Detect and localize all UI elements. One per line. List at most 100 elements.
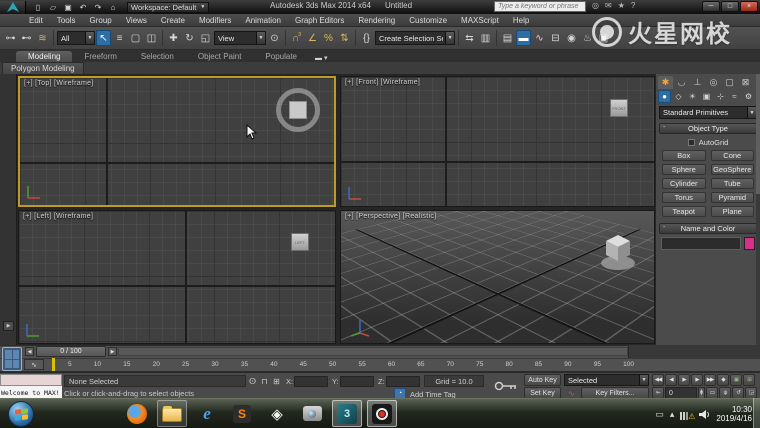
display-tab-icon[interactable]: ▢ — [722, 76, 737, 89]
time-slider-next-icon[interactable]: ▶ — [108, 347, 117, 356]
close-button[interactable]: × — [740, 1, 758, 12]
select-and-move-icon[interactable]: ✚ — [166, 30, 181, 46]
volume-icon[interactable] — [698, 409, 710, 420]
viewport-perspective[interactable]: [+] [Perspective] [Realistic] — [340, 210, 655, 344]
viewport-layout-tab-icon[interactable] — [2, 347, 22, 371]
tube-button[interactable]: Tube — [711, 178, 755, 189]
object-color-swatch[interactable] — [744, 237, 755, 250]
select-and-manipulate-icon[interactable]: ⊙ — [267, 30, 282, 46]
macro-recorder-field[interactable] — [0, 374, 62, 386]
geosphere-button[interactable]: GeoSphere — [711, 164, 755, 175]
select-and-scale-icon[interactable]: ◱ — [198, 30, 213, 46]
save-file-icon[interactable]: ▣ — [62, 2, 74, 13]
next-frame-icon[interactable]: ▶ — [691, 374, 703, 386]
restore-button[interactable]: □ — [721, 1, 739, 12]
viewport-top-label[interactable]: [+] [Top] [Wireframe] — [24, 80, 94, 87]
minimize-button[interactable]: ─ — [702, 1, 720, 12]
polygon-modeling-panel[interactable]: Polygon Modeling — [2, 62, 84, 74]
viewcube[interactable] — [598, 229, 638, 273]
menu-edit[interactable]: Edit — [22, 16, 50, 25]
spinner-snap-icon[interactable]: ⇅ — [337, 30, 352, 46]
menu-animation[interactable]: Animation — [238, 16, 288, 25]
3dsmax-taskbar-icon[interactable]: 3 — [332, 400, 362, 427]
go-to-end-icon[interactable]: ▶▶ — [704, 374, 716, 386]
reference-coordinate-dropdown[interactable]: View ▼ — [214, 31, 266, 45]
show-desktop-button[interactable] — [753, 398, 760, 428]
snaps-toggle-icon[interactable]: ∩3 — [289, 30, 304, 46]
network-status-icon[interactable]: ⚠ — [680, 409, 692, 420]
select-by-name-icon[interactable]: ≡ — [112, 30, 127, 46]
layer-manager-icon[interactable]: ▤ — [500, 30, 515, 46]
mini-curve-editor-icon[interactable]: ∿ — [24, 359, 44, 370]
menu-group[interactable]: Group — [82, 16, 118, 25]
mirror-icon[interactable]: ⇆ — [462, 30, 477, 46]
open-file-icon[interactable]: ▱ — [47, 2, 59, 13]
ribbon-tab-modeling[interactable]: Modeling — [16, 51, 72, 62]
menu-graph-editors[interactable]: Graph Editors — [288, 16, 351, 25]
percent-snap-icon[interactable]: % — [321, 30, 336, 46]
selection-filter-dropdown[interactable]: All ▼ — [57, 31, 95, 45]
firefox-taskbar-icon[interactable] — [122, 400, 152, 427]
geometry-category-icon[interactable]: ● — [658, 90, 671, 103]
angle-snap-icon[interactable]: ∠ — [305, 30, 320, 46]
selection-lock-icon[interactable]: ⊓ — [259, 375, 270, 387]
go-to-start-icon[interactable]: ◀◀ — [652, 374, 664, 386]
viewcube-face[interactable] — [289, 101, 307, 119]
unlink-selection-icon[interactable]: ⊷ — [19, 30, 34, 46]
auto-key-button[interactable]: Auto Key — [524, 374, 561, 386]
previous-frame-icon[interactable]: ◀ — [665, 374, 677, 386]
recorder-taskbar-icon[interactable] — [367, 400, 397, 427]
transform-type-in-icon[interactable]: ⊞ — [271, 375, 282, 387]
align-icon[interactable]: ▥ — [478, 30, 493, 46]
search-input[interactable] — [494, 1, 586, 12]
time-slider-handle[interactable]: 0 / 100 — [36, 346, 106, 357]
help-icon[interactable]: ? — [631, 1, 635, 10]
ribbon-tab-selection[interactable]: Selection — [129, 51, 186, 62]
hidden-icons-arrow[interactable]: ▴ — [670, 409, 675, 420]
redo-icon[interactable]: ↷ — [92, 2, 104, 13]
time-slider-prev-icon[interactable]: ◀ — [25, 347, 34, 356]
render-setup-icon[interactable]: ♨ — [580, 30, 595, 46]
play-icon[interactable]: ▶ — [678, 374, 690, 386]
viewport-front[interactable]: [+] [Front] [Wireframe] FRONT — [340, 76, 655, 207]
z-coordinate-field[interactable] — [386, 376, 420, 387]
favorites-icon[interactable]: ★ — [618, 1, 625, 10]
y-coordinate-field[interactable] — [340, 376, 374, 387]
torus-button[interactable]: Torus — [662, 192, 706, 203]
command-panel-scrollbar[interactable] — [756, 74, 760, 345]
x-coordinate-field[interactable] — [294, 376, 328, 387]
name-and-color-rollout[interactable]: - Name and Color — [659, 223, 757, 234]
start-button[interactable] — [8, 401, 34, 427]
cylinder-button[interactable]: Cylinder — [662, 178, 706, 189]
unity-taskbar-icon[interactable]: ◈ — [262, 400, 292, 427]
menu-customize[interactable]: Customize — [402, 16, 454, 25]
search-icon[interactable]: ◎ — [592, 1, 599, 10]
menu-views[interactable]: Views — [119, 16, 154, 25]
viewport-front-label[interactable]: [+] [Front] [Wireframe] — [345, 79, 420, 86]
workspace-dropdown[interactable]: Workspace: Default ▼ — [127, 2, 209, 13]
shapes-category-icon[interactable]: ◇ — [672, 90, 685, 103]
set-keys-icon[interactable] — [494, 380, 518, 392]
communication-center-icon[interactable]: ✉ — [605, 1, 612, 10]
rendered-frame-icon[interactable]: ▣ — [596, 30, 611, 46]
undo-icon[interactable]: ↶ — [77, 2, 89, 13]
plane-button[interactable]: Plane — [711, 206, 755, 217]
select-and-rotate-icon[interactable]: ↻ — [182, 30, 197, 46]
menu-modifiers[interactable]: Modifiers — [192, 16, 238, 25]
ribbon-tab-object-paint[interactable]: Object Paint — [186, 51, 254, 62]
viewcube[interactable]: LEFT — [291, 233, 309, 251]
object-type-rollout[interactable]: - Object Type — [659, 123, 757, 134]
current-frame-marker[interactable] — [52, 358, 55, 371]
primitive-category-dropdown[interactable]: Standard Primitives ▼ — [659, 106, 757, 119]
viewcube[interactable]: FRONT — [610, 99, 628, 117]
select-and-link-icon[interactable]: ⊶ — [3, 30, 18, 46]
isolate-selection-icon[interactable]: ⵙ — [247, 375, 258, 387]
taskbar-clock[interactable]: 10:30 2019/4/16 — [716, 405, 752, 423]
menu-tools[interactable]: Tools — [50, 16, 83, 25]
autogrid-checkbox[interactable] — [688, 139, 695, 146]
named-selection-set-dropdown[interactable]: Create Selection Se ▼ — [375, 31, 455, 45]
viewcube[interactable] — [276, 88, 320, 132]
capture-tool-taskbar-icon[interactable] — [297, 400, 327, 427]
teapot-button[interactable]: Teapot — [662, 206, 706, 217]
window-crossing-icon[interactable]: ◫ — [144, 30, 159, 46]
